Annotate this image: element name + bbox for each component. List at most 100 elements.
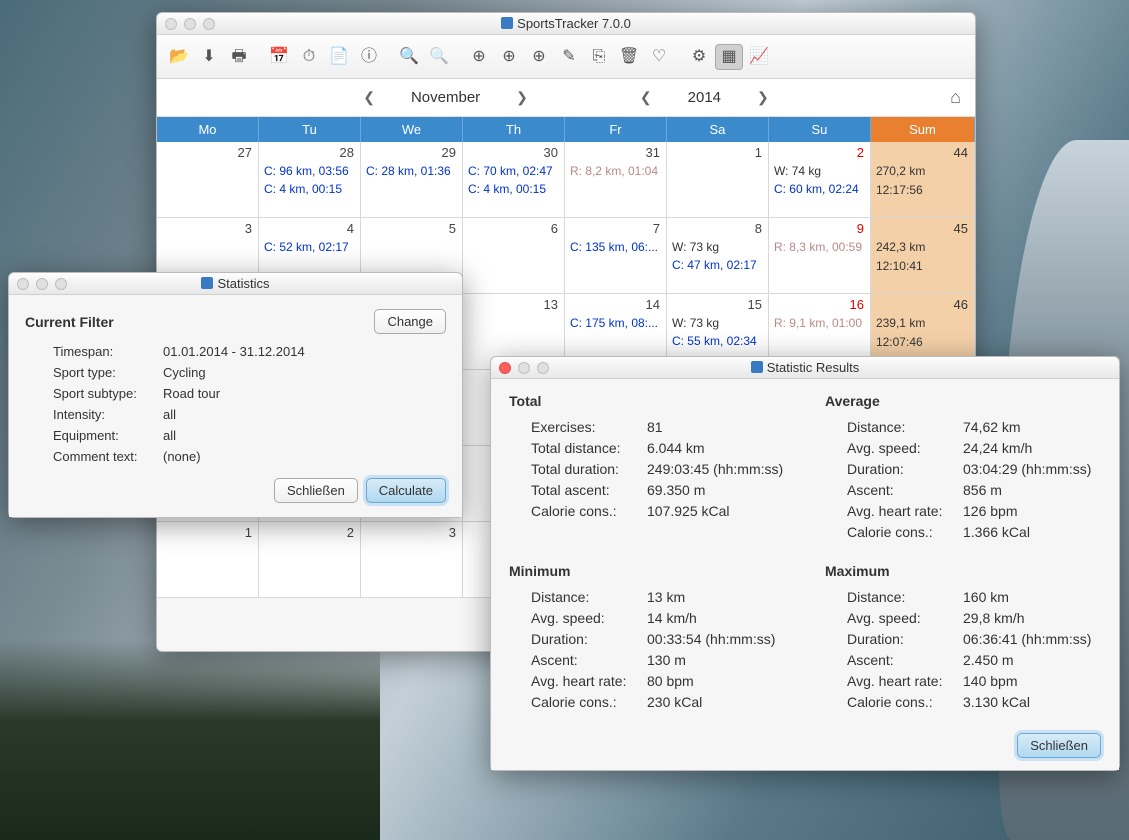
calendar-entry[interactable]: W: 73 kg: [672, 238, 763, 256]
settings-icon[interactable]: ⚙: [685, 44, 713, 70]
zoom-in-icon[interactable]: 🔍: [395, 44, 423, 70]
calculate-button[interactable]: Calculate: [366, 478, 446, 503]
calendar-cell[interactable]: 1: [157, 522, 259, 598]
statistics-window: Statistics Current Filter Change Timespa…: [8, 272, 463, 518]
calendar-header: Th: [463, 117, 565, 142]
add-weight-icon[interactable]: ⊕: [525, 44, 553, 70]
calendar-cell[interactable]: 1: [667, 142, 769, 218]
result-row: Ascent:856 m: [847, 482, 1101, 498]
result-row: Avg. heart rate:80 bpm: [531, 673, 785, 689]
result-row: Calorie cons.:230 kCal: [531, 694, 785, 710]
filter-row: Timespan:01.01.2014 - 31.12.2014: [53, 344, 446, 359]
calendar-entry[interactable]: C: 70 km, 02:47: [468, 162, 559, 180]
calendar-cell[interactable]: 2: [259, 522, 361, 598]
calendar-cell[interactable]: 7C: 135 km, 06:...: [565, 218, 667, 294]
filter-row: Comment text:(none): [53, 449, 446, 464]
calendar-icon[interactable]: 📅: [265, 44, 293, 70]
calendar-cell[interactable]: 29C: 28 km, 01:36: [361, 142, 463, 218]
heart-icon[interactable]: ♡: [645, 44, 673, 70]
result-row: Ascent:2.450 m: [847, 652, 1101, 668]
zoom-icon[interactable]: [55, 278, 67, 290]
add-exercise-icon[interactable]: ⊕: [465, 44, 493, 70]
change-button[interactable]: Change: [374, 309, 446, 334]
calendar-cell[interactable]: 9R: 8,3 km, 00:59: [769, 218, 871, 294]
result-row: Calorie cons.:1.366 kCal: [847, 524, 1101, 540]
calendar-entry[interactable]: C: 175 km, 08:...: [570, 314, 661, 332]
prev-year-icon[interactable]: ❮: [634, 89, 658, 106]
result-row: Distance:160 km: [847, 589, 1101, 605]
open-icon[interactable]: 📂: [165, 44, 193, 70]
section-heading: Average: [825, 393, 1101, 409]
current-filter-heading: Current Filter: [25, 314, 114, 330]
calendar-cell[interactable]: 6: [463, 218, 565, 294]
calendar-cell[interactable]: 30C: 70 km, 02:47C: 4 km, 00:15: [463, 142, 565, 218]
calendar-entry[interactable]: C: 28 km, 01:36: [366, 162, 457, 180]
res-titlebar[interactable]: Statistic Results: [491, 357, 1119, 379]
month-nav: ❮ November ❯ ❮ 2014 ❯ ⌂: [157, 79, 975, 117]
calendar-cell[interactable]: 8W: 73 kgC: 47 km, 02:17: [667, 218, 769, 294]
calendar-cell[interactable]: 2W: 74 kgC: 60 km, 02:24: [769, 142, 871, 218]
calendar-header: Sa: [667, 117, 769, 142]
add-note-icon[interactable]: ⊕: [495, 44, 523, 70]
calendar-header: Sum: [871, 117, 975, 142]
edit-icon[interactable]: ✎: [555, 44, 583, 70]
calendar-entry[interactable]: C: 4 km, 00:15: [468, 180, 559, 198]
copy-icon[interactable]: ⎘: [585, 44, 613, 70]
result-row: Duration:00:33:54 (hh:mm:ss): [531, 631, 785, 647]
close-icon[interactable]: [17, 278, 29, 290]
calendar-cell[interactable]: 27: [157, 142, 259, 218]
filter-row: Sport type:Cycling: [53, 365, 446, 380]
calendar-entry[interactable]: C: 60 km, 02:24: [774, 180, 865, 198]
result-row: Duration:06:36:41 (hh:mm:ss): [847, 631, 1101, 647]
window-title: Statistics: [9, 276, 462, 291]
zoom-out-icon[interactable]: 🔍: [425, 44, 453, 70]
result-row: Calorie cons.:107.925 kCal: [531, 503, 785, 519]
close-button[interactable]: Schließen: [274, 478, 358, 503]
close-icon[interactable]: [499, 362, 511, 374]
save-icon[interactable]: ⬇: [195, 44, 223, 70]
year-label: 2014: [688, 89, 721, 106]
calendar-entry[interactable]: C: 135 km, 06:...: [570, 238, 661, 256]
calendar-entry[interactable]: W: 74 kg: [774, 162, 865, 180]
calendar-cell[interactable]: 3: [361, 522, 463, 598]
window-title: SportsTracker 7.0.0: [157, 16, 975, 31]
section-heading: Maximum: [825, 563, 1101, 579]
section-heading: Total: [509, 393, 785, 409]
stopwatch-icon[interactable]: ⏱: [295, 44, 323, 70]
next-month-icon[interactable]: ❯: [510, 89, 534, 106]
calendar-entry[interactable]: C: 47 km, 02:17: [672, 256, 763, 274]
delete-icon[interactable]: 🗑: [615, 44, 643, 70]
calendar-entry[interactable]: C: 4 km, 00:15: [264, 180, 355, 198]
close-button[interactable]: Schließen: [1017, 733, 1101, 758]
calendar-cell[interactable]: 28C: 96 km, 03:56C: 4 km, 00:15: [259, 142, 361, 218]
minimize-icon[interactable]: [184, 18, 196, 30]
calendar-view-icon[interactable]: ▦: [715, 44, 743, 70]
result-row: Total duration:249:03:45 (hh:mm:ss): [531, 461, 785, 477]
calendar-entry[interactable]: W: 73 kg: [672, 314, 763, 332]
minimize-icon[interactable]: [518, 362, 530, 374]
minimize-icon[interactable]: [36, 278, 48, 290]
zoom-icon[interactable]: [537, 362, 549, 374]
next-year-icon[interactable]: ❯: [751, 89, 775, 106]
calendar-entry[interactable]: R: 9,1 km, 01:00: [774, 314, 865, 332]
calendar-entry[interactable]: R: 8,2 km, 01:04: [570, 162, 661, 180]
calendar-entry[interactable]: C: 52 km, 02:17: [264, 238, 355, 256]
main-titlebar[interactable]: SportsTracker 7.0.0: [157, 13, 975, 35]
stat-titlebar[interactable]: Statistics: [9, 273, 462, 295]
calendar-cell[interactable]: 31R: 8,2 km, 01:04: [565, 142, 667, 218]
print-icon[interactable]: 🖶: [225, 44, 253, 70]
home-icon[interactable]: ⌂: [950, 87, 961, 108]
toolbar: 📂 ⬇ 🖶 📅 ⏱ 📄 ⓘ 🔍 🔍 ⊕ ⊕ ⊕ ✎ ⎘ 🗑 ♡ ⚙ ▦ 📈: [157, 35, 975, 79]
calendar-header: We: [361, 117, 463, 142]
chart-view-icon[interactable]: 📈: [745, 44, 773, 70]
prev-month-icon[interactable]: ❮: [357, 89, 381, 106]
result-row: Total distance:6.044 km: [531, 440, 785, 456]
calendar-entry[interactable]: R: 8,3 km, 00:59: [774, 238, 865, 256]
zoom-icon[interactable]: [203, 18, 215, 30]
result-row: Exercises:81: [531, 419, 785, 435]
info-icon[interactable]: ⓘ: [355, 44, 383, 70]
calendar-entry[interactable]: C: 96 km, 03:56: [264, 162, 355, 180]
calendar-entry[interactable]: C: 55 km, 02:34: [672, 332, 763, 350]
note-icon[interactable]: 📄: [325, 44, 353, 70]
close-icon[interactable]: [165, 18, 177, 30]
